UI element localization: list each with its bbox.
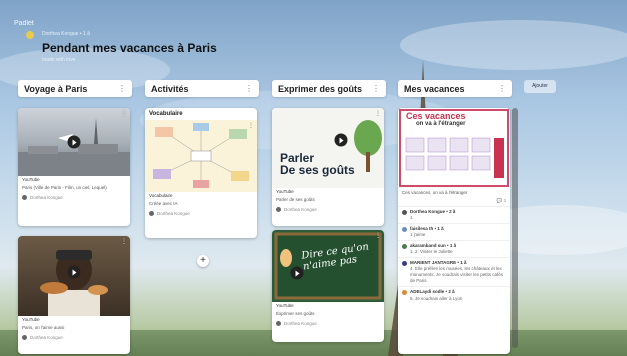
comment-count-value: 3: [503, 197, 506, 203]
app-brand[interactable]: Padlet: [14, 12, 34, 30]
post-author-name: Dorthea Kongue: [30, 194, 63, 200]
source-label: YouTube: [22, 177, 40, 182]
comment-item: Dorthea Kongue • 2 ã1: [398, 205, 510, 223]
post-menu-icon[interactable]: ⋮: [248, 122, 254, 129]
post-menu-icon[interactable]: ⋮: [121, 238, 127, 245]
column-exprimer-des-gouts: Exprimer des goûts ⋮ Parler De ses goûts…: [272, 80, 386, 342]
overlay-line-1: Ces vacances: [406, 111, 466, 121]
comment-text: 1 j'aime: [410, 232, 426, 238]
column-menu-icon[interactable]: ⋮: [245, 84, 253, 93]
post-caption: Exprimer ses goûts: [276, 311, 315, 316]
board-subtitle: made with love: [42, 57, 76, 63]
post-menu-icon[interactable]: ⋮: [375, 110, 381, 117]
comment-item: faisilesa th • 1 ã1 j'aime: [398, 222, 510, 240]
comment-author: ADELaydi sodle • 2 ã: [410, 289, 455, 295]
post-card[interactable]: ⋮ YouTube Paris (Ville de Paris - Film, …: [18, 108, 130, 226]
overlay-line-2: on va à l'étranger: [416, 121, 466, 127]
video-thumbnail[interactable]: ⋮: [18, 108, 130, 176]
board-author: Dorthea Kongue • 1 ã: [42, 31, 90, 37]
source-label: YouTube: [276, 303, 294, 308]
play-icon[interactable]: [290, 266, 304, 280]
avatar: [149, 210, 154, 216]
play-icon[interactable]: [67, 135, 81, 149]
comment-author: Dorthea Kongue • 2 ã: [410, 208, 456, 214]
post-menu-icon[interactable]: ⋮: [375, 232, 381, 239]
comment-text: 5. Je voudrais aller à Lyon: [410, 295, 463, 301]
column-header[interactable]: Voyage à Paris ⋮: [18, 80, 132, 97]
avatar: [276, 320, 281, 326]
source-label: YouTube: [276, 189, 294, 194]
post-author: Dorthea Kongue: [272, 319, 384, 330]
comment-count[interactable]: 💬 3: [398, 198, 510, 206]
post-caption: Paris (Ville de Paris - Film, un ciel, L…: [22, 185, 107, 190]
column-scrollbar[interactable]: [512, 108, 518, 348]
column-voyage-a-paris: Voyage à Paris ⋮ ⋮ YouTube Paris (Ville …: [18, 80, 132, 354]
post-title: Vocabulaire: [149, 111, 183, 117]
post-caption: Parler de ses goûts: [276, 197, 315, 202]
add-post-button[interactable]: +: [197, 255, 209, 267]
post-author-name: Dorthea Kongue: [284, 206, 317, 212]
worksheet-title: Ces vacances on va à l'étranger: [406, 111, 466, 128]
comment-text: 1: [410, 214, 413, 220]
column-menu-icon[interactable]: ⋮: [372, 84, 380, 93]
comment-icon: 💬: [496, 197, 503, 203]
column-header[interactable]: Mes vacances ⋮: [398, 80, 512, 97]
author-avatar: [26, 31, 34, 39]
video-thumbnail[interactable]: ⋮: [18, 236, 130, 316]
post-card[interactable]: Dire ce qu'on n'aime pas ⋮ YouTube Expri…: [272, 230, 384, 342]
post-author: Dorthea Kongue: [145, 209, 257, 220]
post-card[interactable]: Parler De ses goûts ⋮ YouTube Parler de …: [272, 108, 384, 226]
column-activites: Activités ⋮ Vocabulaire ⋮ Vocabulaire Cr…: [145, 80, 259, 238]
video-title-overlay: Parler De ses goûts: [280, 152, 355, 176]
video-thumbnail[interactable]: Parler De ses goûts ⋮: [272, 108, 384, 188]
post-caption: Ces vacances, on va à l'étranger: [402, 190, 468, 195]
add-section-button[interactable]: Ajouter: [524, 80, 556, 93]
post-author-name: Dorthea Kongue: [157, 210, 190, 216]
column-menu-icon[interactable]: ⋮: [118, 84, 126, 93]
post-author-name: Dorthea Kongue: [284, 320, 317, 326]
avatar: [402, 290, 407, 296]
comment-text: 4. Elle préfère les musées, les châteaux…: [410, 266, 504, 284]
column-title: Voyage à Paris: [24, 83, 88, 94]
post-author-name: Dorthea Kongue: [30, 334, 63, 340]
source-label: YouTube: [22, 317, 40, 322]
comment-item: akaramband sun • 1 ã 1. 2. Visiter le Jul…: [398, 240, 510, 257]
padlet-logo[interactable]: Padlet: [14, 20, 34, 27]
overlay-line-2: De ses goûts: [280, 163, 355, 177]
column-title: Activités: [151, 83, 189, 94]
column-title: Exprimer des goûts: [278, 83, 363, 94]
avatar: [22, 334, 27, 340]
post-caption: Créée avec IA: [149, 201, 178, 206]
avatar: [276, 206, 281, 212]
post-caption: Paris, on l'aime aussi: [22, 325, 65, 330]
column-header[interactable]: Activités ⋮: [145, 80, 259, 97]
mindmap-diagram: [153, 123, 249, 188]
post-author: Dorthea Kongue: [18, 333, 130, 344]
column-header[interactable]: Exprimer des goûts ⋮: [272, 80, 386, 97]
avatar: [22, 194, 27, 200]
play-icon[interactable]: [334, 133, 348, 147]
post-menu-icon[interactable]: ⋮: [121, 110, 127, 117]
worksheet-image[interactable]: Ces vacances on va à l'étranger: [398, 108, 510, 188]
play-icon[interactable]: [67, 265, 81, 279]
avatar: [402, 226, 407, 232]
video-thumbnail[interactable]: Dire ce qu'on n'aime pas ⋮: [272, 230, 384, 302]
board-title: Pendant mes vacances à Paris: [42, 41, 217, 55]
comment-text: 1. 2. Visiter le Juliette: [410, 249, 453, 255]
post-card[interactable]: Ces vacances on va à l'étranger Ces vaca…: [398, 108, 510, 354]
post-card[interactable]: Vocabulaire ⋮ Vocabulaire Créée avec IA: [145, 108, 257, 238]
comment-item: ADELaydi sodle • 2 ã 5. Je voudrais aller…: [398, 286, 510, 303]
post-author: Dorthea Kongue: [272, 205, 384, 216]
post-card[interactable]: ⋮ YouTube Paris, on l'aime aussi Dorthea…: [18, 236, 130, 354]
image-label: Vocabulaire: [149, 193, 173, 198]
avatar: [402, 244, 407, 250]
comment-item: MARIENT JANTAGRE • 1 ã 4. Elle préfère le…: [398, 257, 510, 286]
avatar: [402, 261, 407, 267]
column-title: Mes vacances: [404, 83, 465, 94]
column-menu-icon[interactable]: ⋮: [498, 84, 506, 93]
avatar: [402, 209, 407, 215]
post-author: Dorthea Kongue: [18, 193, 130, 204]
column-mes-vacances: Mes vacances ⋮ Ces vacances on va à l'ét…: [398, 80, 512, 354]
mindmap-image[interactable]: ⋮: [145, 120, 257, 192]
